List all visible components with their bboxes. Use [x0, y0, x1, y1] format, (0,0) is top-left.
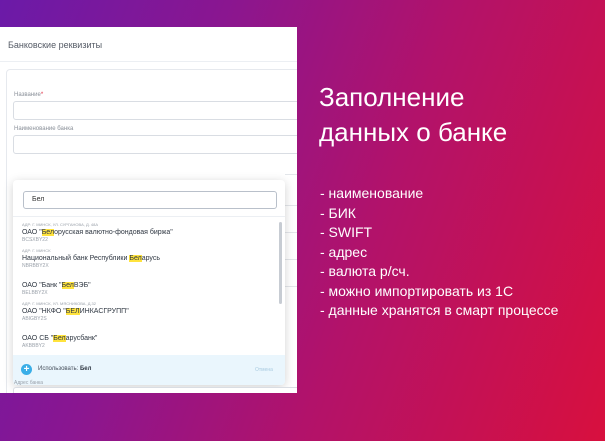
suggestion-name: ОАО "НКФО "БЕЛИНКАСГРУПП" [22, 308, 129, 315]
bank-suggestions-dropdown: Бел АДР: Г. МИНСК, УЛ. СУРГАНОВА, Д. 48А… [13, 180, 285, 385]
search-value: Бел [32, 196, 45, 203]
panel-divider [0, 61, 297, 62]
feature-item: - адрес [320, 243, 368, 260]
match-highlight: БЕЛ [65, 308, 80, 315]
feature-item: - наименование [320, 185, 424, 201]
suggestion-code: ABIGBY2S [22, 316, 47, 322]
panel-title: Банковские реквизиты [8, 40, 103, 50]
match-highlight: Бел [129, 255, 142, 262]
suggestion-item[interactable]: АДР: Г. МИНСК Национальный банк Республи… [22, 248, 272, 270]
features-list: - наименование - БИК - SWIFT - адрес - в… [320, 184, 558, 321]
field-edge [285, 174, 297, 175]
heading-line-2: данных о банке [319, 117, 508, 147]
name-label: Название* [14, 92, 44, 98]
bank-address-label: Адрес банка [14, 380, 44, 386]
name-input[interactable] [13, 101, 297, 120]
field-edge [285, 232, 297, 233]
suggestion-name: ОАО "Банк "БелВЭБ" [22, 282, 91, 289]
feature-item: - валюта р/сч. [320, 263, 410, 279]
feature-item: - SWIFT [320, 224, 373, 240]
match-highlight: Бел [41, 229, 55, 236]
suggestion-name: Национальный банк Республики Беларусь [22, 255, 160, 262]
bank-name-input[interactable] [13, 135, 297, 154]
use-value: Бел [79, 366, 92, 372]
suggestion-code: BELBBY2X [22, 290, 48, 296]
suggestion-name: ОАО "Белорусская валютно-фондовая биржа" [22, 229, 173, 236]
slide-heading: Заполнение данных о банке [319, 80, 599, 150]
feature-item: - можно импортировать из 1С [320, 282, 514, 299]
suggestions-list: АДР: Г. МИНСК, УЛ. СУРГАНОВА, Д. 48А ОАО… [13, 217, 285, 355]
suggestion-code: AKBBBY2 [22, 343, 45, 349]
field-edge [285, 259, 297, 260]
suggestion-item[interactable]: АДР: Г. МИНСК, УЛ. МЯСНИКОВА, Д.32 ОАО "… [22, 301, 272, 323]
bank-details-panel: Банковские реквизиты Название* Наименова… [0, 27, 297, 393]
suggestion-item[interactable]: АДР: Г. МИНСК, УЛ. СУРГАНОВА, Д. 48А ОАО… [22, 222, 272, 244]
suggestion-name: ОАО СБ "Беларусбанк" [22, 335, 98, 342]
cancel-link[interactable]: Отмена [255, 367, 273, 373]
bank-search-input[interactable]: Бел [23, 191, 277, 209]
bank-name-label: Наименование банка [14, 126, 74, 132]
suggestion-item[interactable]: ОАО СБ "Беларусбанк" AKBBBY2 [22, 328, 272, 350]
match-highlight: Бел [61, 282, 74, 289]
match-highlight: Бел [53, 335, 66, 342]
bank-address-input[interactable] [13, 387, 297, 393]
feature-item: - данные хранятся в смарт процессе [320, 302, 559, 318]
field-edge [285, 205, 297, 206]
suggestion-item[interactable]: ОАО "Банк "БелВЭБ" BELBBY2X [22, 275, 272, 297]
feature-item: - БИК [320, 204, 356, 221]
suggestion-code: BCSXBY22 [22, 237, 48, 243]
heading-line-1: Заполнение [319, 82, 465, 112]
field-edge [285, 286, 297, 287]
use-value-text: Использовать: Бел [38, 366, 92, 372]
use-search-value-row[interactable]: + Использовать: Бел Отмена [13, 355, 285, 385]
dropdown-scrollbar[interactable] [279, 222, 282, 304]
plus-icon[interactable]: + [21, 364, 32, 375]
required-mark: * [40, 92, 44, 98]
suggestion-code: NBRBBY2X [22, 263, 49, 269]
